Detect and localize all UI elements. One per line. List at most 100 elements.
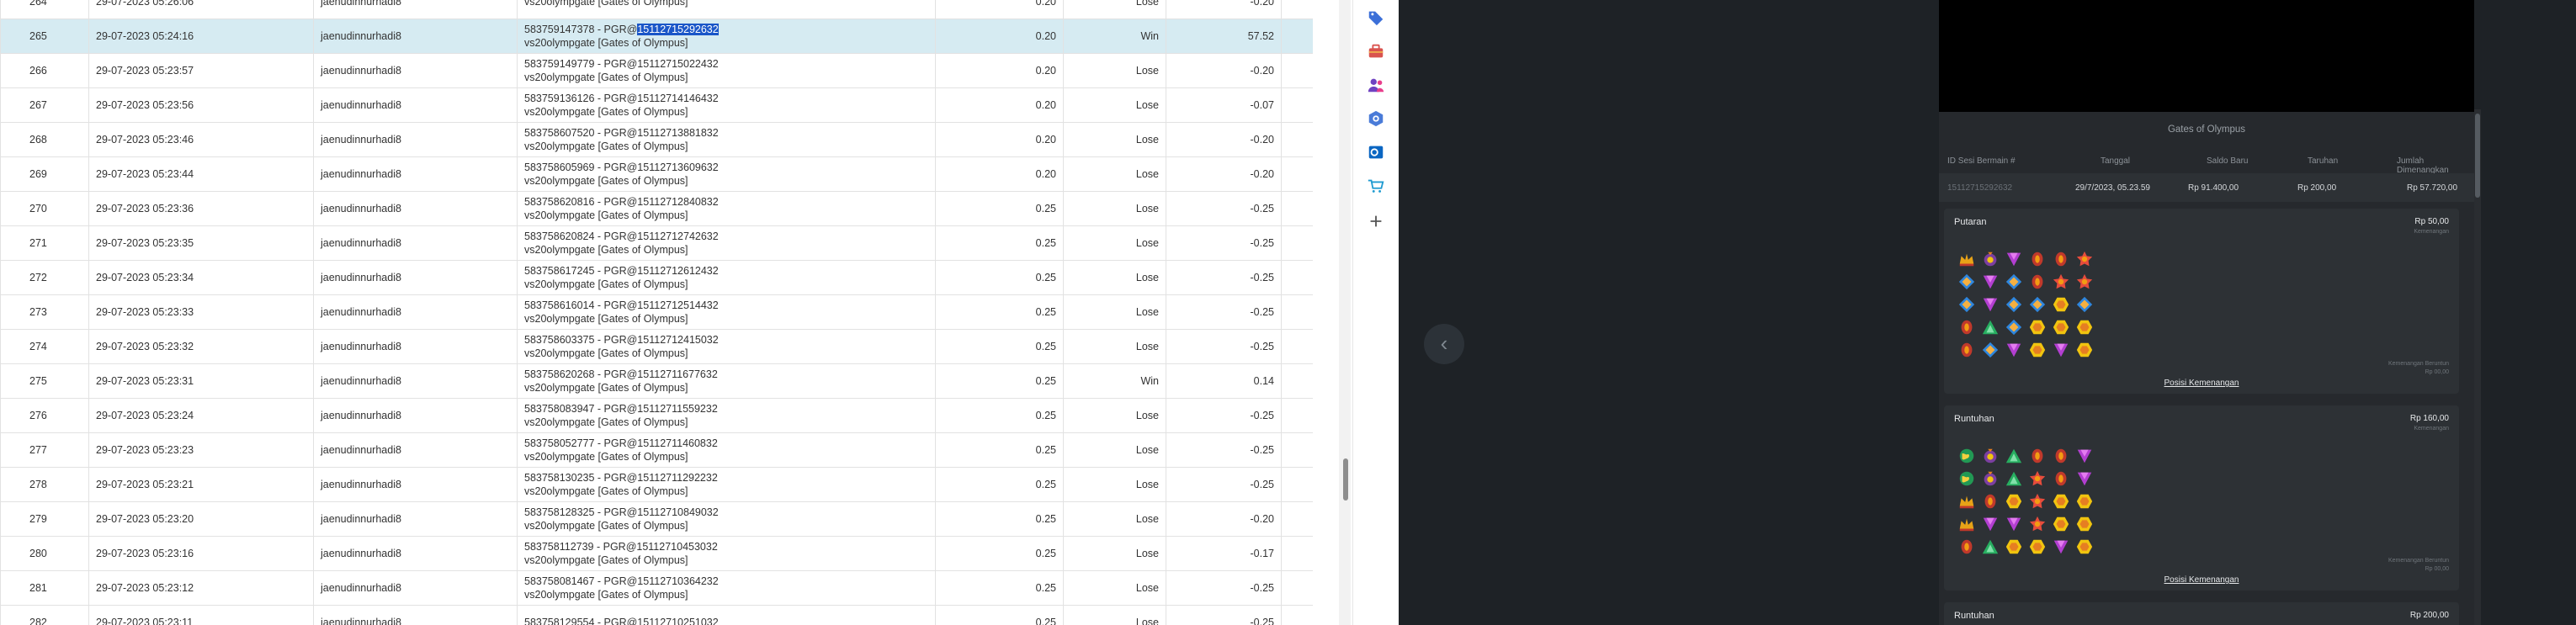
row-result: Lose (1063, 294, 1166, 330)
toolbox-icon[interactable] (1367, 42, 1385, 61)
winning-position-link[interactable]: Posisi Kemenangan (1944, 575, 2459, 585)
round-sub: Kemenangan (2414, 426, 2449, 432)
hourglass-symbol-icon (2027, 446, 2048, 466)
table-row[interactable]: 267 29-07-2023 05:23:56 jaenudinnurhadi8 58… (0, 87, 1313, 123)
cart-icon[interactable] (1367, 177, 1385, 195)
row-number: 269 (0, 156, 89, 192)
heartgem-symbol-icon (2051, 340, 2071, 360)
row-date: 29-07-2023 05:23:44 (88, 156, 314, 192)
row-win-amount: 0.14 (1166, 363, 1282, 399)
row-date: 29-07-2023 05:23:11 (88, 605, 314, 625)
table-row[interactable]: 282 29-07-2023 05:23:11 jaenudinnurhadi8 58… (0, 605, 1313, 625)
sun-symbol-icon (2074, 249, 2095, 269)
table-row[interactable]: 274 29-07-2023 05:23:32 jaenudinnurhadi8 58… (0, 329, 1313, 364)
game-code: vs20olympgate [Gates of Olympus] (524, 106, 688, 118)
table-row[interactable]: 272 29-07-2023 05:23:34 jaenudinnurhadi8 58… (0, 260, 1313, 295)
table-row[interactable]: 280 29-07-2023 05:23:16 jaenudinnurhadi8 58… (0, 536, 1313, 571)
hourglass-symbol-icon (2027, 249, 2048, 269)
row-balance: 0.00 (1281, 432, 1313, 468)
bluegem-symbol-icon (2004, 317, 2024, 337)
row-number: 268 (0, 122, 89, 157)
game-code: vs20olympgate [Gates of Olympus] (524, 382, 688, 394)
round-panel: Runtuhan Rp 160,00 Kemenangan Kemenangan… (1944, 405, 2459, 591)
table-row[interactable]: 269 29-07-2023 05:23:44 jaenudinnurhadi8 58… (0, 156, 1313, 192)
bluegem-symbol-icon (2004, 294, 2024, 315)
row-balance: 0.00 (1281, 329, 1313, 364)
transaction-table-pane: 264 29-07-2023 05:26:06 jaenudinnurhadi8 vs… (0, 0, 1313, 625)
table-row[interactable]: 277 29-07-2023 05:23:23 jaenudinnurhadi8 58… (0, 432, 1313, 468)
header-date: Tanggal (2101, 156, 2131, 166)
row-bet: 0.25 (935, 191, 1064, 226)
table-row[interactable]: 279 29-07-2023 05:23:20 jaenudinnurhadi8 58… (0, 501, 1313, 537)
row-date: 29-07-2023 05:23:57 (88, 53, 314, 88)
transaction-id: 583758052777 - PGR@15112711460832 (524, 437, 718, 449)
row-win-amount: -0.20 (1166, 501, 1282, 537)
game-code: vs20olympgate [Gates of Olympus] (524, 244, 688, 256)
table-row[interactable]: 265 29-07-2023 05:24:16 jaenudinnurhadi8 58… (0, 19, 1313, 54)
row-bet: 0.20 (935, 87, 1064, 123)
row-win-amount: -0.20 (1166, 122, 1282, 157)
transaction-table: 264 29-07-2023 05:26:06 jaenudinnurhadi8 vs… (0, 0, 1313, 625)
row-description: 583758112739 - PGR@15112710453032 vs20oly… (517, 536, 936, 571)
table-row[interactable]: 276 29-07-2023 05:23:24 jaenudinnurhadi8 58… (0, 398, 1313, 433)
round-sub: Kemenangan (2414, 229, 2449, 235)
row-win-amount: -0.25 (1166, 260, 1282, 295)
row-bet: 0.20 (935, 122, 1064, 157)
table-row[interactable]: 281 29-07-2023 05:23:12 jaenudinnurhadi8 58… (0, 570, 1313, 606)
yellowgem-symbol-icon (2074, 491, 2095, 511)
table-row[interactable]: 273 29-07-2023 05:23:33 jaenudinnurhadi8 58… (0, 294, 1313, 330)
table-row[interactable]: 266 29-07-2023 05:23:57 jaenudinnurhadi8 58… (0, 53, 1313, 88)
row-number: 281 (0, 570, 89, 606)
round-label: Runtuhan (1954, 414, 1994, 424)
yellowgem-symbol-icon (2074, 514, 2095, 534)
row-description: 583758607520 - PGR@15112713881832 vs20oly… (517, 122, 936, 157)
transaction-id: 583758616014 - PGR@15112712514432 (524, 299, 719, 311)
table-row[interactable]: 275 29-07-2023 05:23:31 jaenudinnurhadi8 58… (0, 363, 1313, 399)
hourglass-symbol-icon (2051, 249, 2071, 269)
heartgem-symbol-icon (2051, 537, 2071, 557)
row-number: 276 (0, 398, 89, 433)
row-win-amount: -0.20 (1166, 0, 1282, 19)
row-username: jaenudinnurhadi8 (313, 536, 518, 571)
game-code: vs20olympgate [Gates of Olympus] (524, 451, 688, 463)
greengem-symbol-icon (1980, 537, 2000, 557)
row-date: 29-07-2023 05:23:56 (88, 87, 314, 123)
tag-icon[interactable] (1367, 8, 1385, 27)
outlook-icon[interactable] (1367, 143, 1385, 162)
row-win-amount: -0.25 (1166, 570, 1282, 606)
greengem-symbol-icon (1980, 317, 2000, 337)
history-data-row[interactable]: 15112715292632 29/7/2023, 05.23.59 Rp 91… (1939, 173, 2474, 202)
back-button[interactable]: ‹ (1424, 324, 1464, 364)
table-row[interactable]: 271 29-07-2023 05:23:35 jaenudinnurhadi8 58… (0, 225, 1313, 261)
table-row[interactable]: 264 29-07-2023 05:26:06 jaenudinnurhadi8 vs… (0, 0, 1313, 19)
plus-icon[interactable] (1367, 212, 1385, 230)
earth-symbol-icon (1957, 469, 1977, 489)
row-date: 29-07-2023 05:23:21 (88, 467, 314, 502)
bluegem-symbol-icon (2074, 294, 2095, 315)
table-row[interactable]: 268 29-07-2023 05:23:46 jaenudinnurhadi8 58… (0, 122, 1313, 157)
row-result: Lose (1063, 467, 1166, 502)
row-balance: 0.00 (1281, 87, 1313, 123)
new-balance-value: Rp 91.400,00 (2188, 183, 2239, 193)
transaction-id: 583758130235 - PGR@15112711292232 (524, 472, 718, 484)
viewer-scrollbar-thumb[interactable] (2475, 114, 2480, 198)
transaction-id: 583759149779 - PGR@15112715022432 (524, 58, 719, 70)
table-scrollbar-thumb[interactable] (1343, 458, 1348, 501)
winning-position-link[interactable]: Posisi Kemenangan (1944, 379, 2459, 388)
transaction-id-prefix: 583759147378 - PGR@ (524, 24, 638, 35)
yellowgem-symbol-icon (2074, 340, 2095, 360)
crown-symbol-icon (1957, 491, 1977, 511)
row-username: jaenudinnurhadi8 (313, 122, 518, 157)
table-row[interactable]: 270 29-07-2023 05:23:36 jaenudinnurhadi8 58… (0, 191, 1313, 226)
table-row[interactable]: 278 29-07-2023 05:23:21 jaenudinnurhadi8 58… (0, 467, 1313, 502)
hourglass-symbol-icon (2027, 272, 2048, 292)
row-username: jaenudinnurhadi8 (313, 191, 518, 226)
round-amount: Rp 160,00 (2409, 414, 2449, 423)
row-result: Lose (1063, 398, 1166, 433)
settings-hex-icon[interactable] (1367, 109, 1385, 128)
users-icon[interactable] (1367, 76, 1385, 94)
row-balance: 0.00 (1281, 260, 1313, 295)
row-description: 583758083947 - PGR@15112711559232 vs20oly… (517, 398, 936, 433)
table-scrollbar-track[interactable] (1339, 0, 1351, 625)
yellowgem-symbol-icon (2004, 491, 2024, 511)
